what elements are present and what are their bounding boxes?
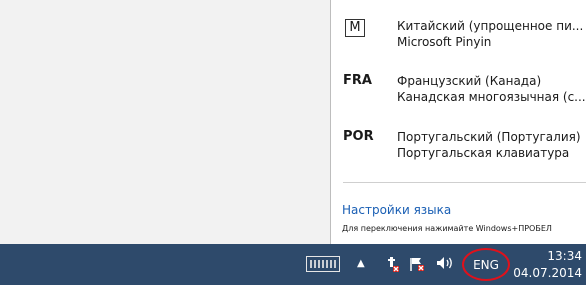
chevron-up-icon[interactable]: ▲ — [357, 258, 365, 269]
language-item-portuguese[interactable]: POR Португальский (Португалия) Португаль… — [331, 129, 586, 173]
language-item-chinese[interactable]: M Китайский (упрощенное пи... Microsoft … — [331, 18, 586, 62]
language-code: FRA — [343, 73, 372, 88]
language-code: POR — [343, 129, 374, 144]
language-name: Португальский (Португалия) — [397, 130, 581, 144]
clock[interactable]: 13:34 04.07.2014 — [512, 248, 582, 282]
language-name: Китайский (упрощенное пи... — [397, 19, 584, 33]
highlight-circle — [462, 248, 510, 281]
language-flyout: M Китайский (упрощенное пи... Microsoft … — [330, 0, 586, 244]
action-center-flag-icon[interactable] — [409, 256, 425, 272]
clock-time: 13:34 — [547, 249, 582, 263]
language-code: M — [345, 19, 365, 37]
desktop-area — [0, 0, 330, 244]
keyboard-layout-name: Португальская клавиатура — [397, 146, 570, 160]
flyout-divider — [343, 182, 586, 183]
language-item-french-canada[interactable]: FRA Французский (Канада) Канадская много… — [331, 73, 586, 117]
keyboard-layout-name: Microsoft Pinyin — [397, 35, 492, 49]
switch-hint-text: Для переключения нажимайте Windows+ПРОБЕ… — [342, 224, 552, 233]
taskbar: ▲ ENG 13:34 04.07.2014 — [0, 244, 586, 285]
touch-keyboard-icon[interactable] — [306, 256, 340, 272]
clock-date: 04.07.2014 — [513, 266, 582, 280]
speaker-icon[interactable] — [435, 255, 455, 275]
language-settings-link[interactable]: Настройки языка — [342, 203, 451, 217]
network-icon[interactable] — [384, 256, 400, 272]
keyboard-layout-name: Канадская многоязычная (с... — [397, 90, 585, 104]
language-name: Французский (Канада) — [397, 74, 542, 88]
